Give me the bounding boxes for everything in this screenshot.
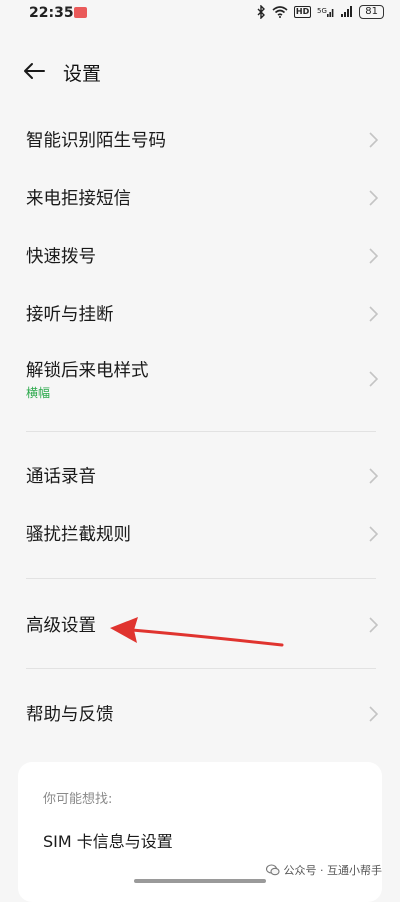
- menu-item-label: 接听与挂断: [26, 305, 114, 325]
- watermark: 公众号 · 互通小帮手: [265, 862, 383, 878]
- status-icons: HD 5G 81: [257, 5, 384, 19]
- chevron-right-icon: [369, 468, 378, 484]
- chevron-right-icon: [369, 248, 378, 264]
- section-divider: [26, 431, 376, 432]
- chevron-right-icon: [369, 371, 378, 387]
- chevron-right-icon: [369, 706, 378, 722]
- menu-item-label: 快速拨号: [26, 247, 96, 267]
- chevron-right-icon: [369, 306, 378, 322]
- menu-item-smart-identify[interactable]: 智能识别陌生号码: [0, 112, 400, 168]
- menu-item-value: 横幅: [26, 386, 51, 400]
- battery-icon: 81: [359, 5, 384, 19]
- menu-item-advanced-settings[interactable]: 高级设置: [0, 597, 400, 653]
- menu-item-speed-dial[interactable]: 快速拨号: [0, 228, 400, 284]
- menu-item-label: 高级设置: [26, 616, 96, 636]
- hd-voice-icon: HD: [293, 6, 312, 18]
- suggestion-title: 你可能想找:: [43, 792, 113, 807]
- page-title: 设置: [63, 63, 102, 85]
- wifi-icon: [272, 6, 288, 18]
- menu-item-label: 帮助与反馈: [26, 705, 114, 725]
- bluetooth-icon: [257, 5, 265, 19]
- menu-item-label: 骚扰拦截规则: [26, 525, 131, 545]
- menu-item-reject-sms[interactable]: 来电拒接短信: [0, 170, 400, 226]
- chevron-right-icon: [369, 617, 378, 633]
- menu-item-help-feedback[interactable]: 帮助与反馈: [0, 686, 400, 742]
- menu-item-unlock-call-style[interactable]: 解锁后来电样式 横幅: [0, 348, 400, 412]
- signal-5g-icon: 5G: [317, 7, 334, 17]
- section-divider: [26, 578, 376, 579]
- home-indicator[interactable]: [134, 879, 266, 883]
- watermark-text: 公众号 · 互通小帮手: [283, 864, 383, 877]
- menu-item-call-recording[interactable]: 通话录音: [0, 448, 400, 504]
- menu-item-harassment-rules[interactable]: 骚扰拦截规则: [0, 506, 400, 562]
- chevron-right-icon: [369, 526, 378, 542]
- status-bar: 22:35 HD 5G 81: [0, 0, 400, 28]
- wechat-icon: [265, 864, 280, 876]
- menu-item-label: 智能识别陌生号码: [26, 131, 166, 151]
- status-time: 22:35: [29, 5, 74, 21]
- section-divider: [26, 668, 376, 669]
- menu-item-label: 通话录音: [26, 467, 96, 487]
- chevron-right-icon: [369, 132, 378, 148]
- page-header: 设置: [0, 52, 400, 92]
- signal-bars-icon: [341, 6, 353, 17]
- menu-item-label: 来电拒接短信: [26, 189, 131, 209]
- back-arrow-icon[interactable]: [22, 61, 46, 81]
- suggestion-item-sim[interactable]: SIM 卡信息与设置: [43, 828, 173, 852]
- notification-app-icon: [74, 7, 87, 18]
- chevron-right-icon: [369, 190, 378, 206]
- menu-item-answer-hangup[interactable]: 接听与挂断: [0, 286, 400, 342]
- menu-item-label: 解锁后来电样式: [26, 361, 149, 381]
- svg-text:5G: 5G: [317, 7, 327, 15]
